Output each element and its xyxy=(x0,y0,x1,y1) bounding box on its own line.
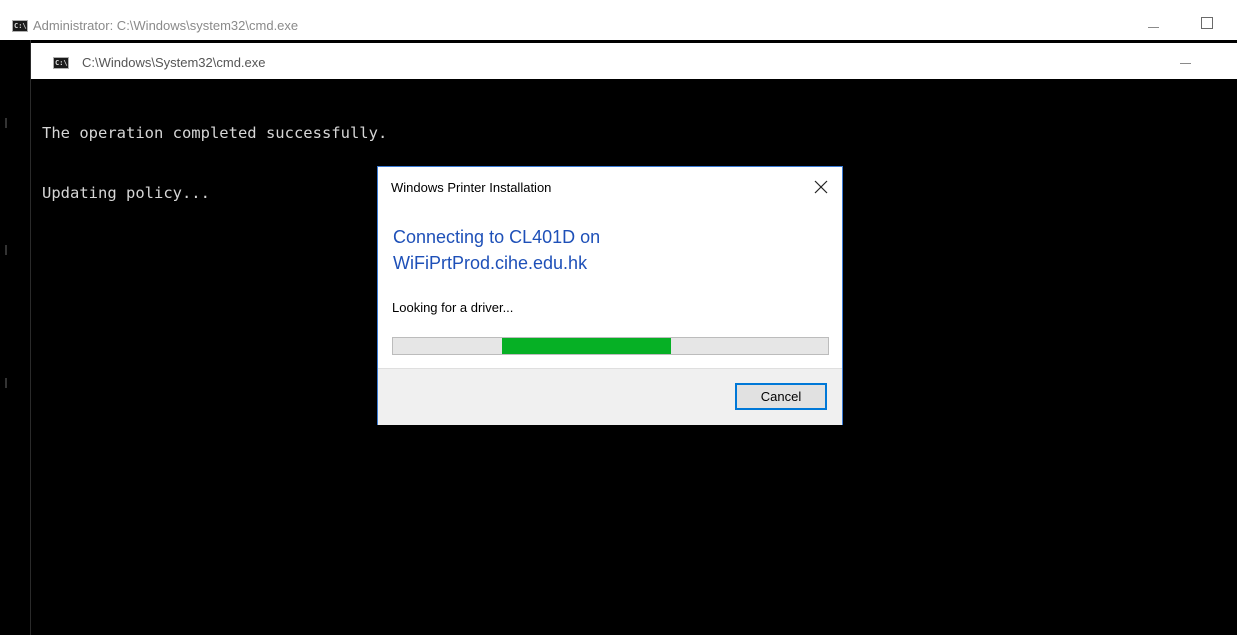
progress-bar xyxy=(392,337,829,355)
dialog-footer: Cancel xyxy=(378,368,842,425)
console-line: The operation completed successfully. xyxy=(42,124,388,142)
outer-titlebar[interactable]: C:\. Administrator: C:\Windows\system32\… xyxy=(0,0,1237,40)
inner-minimize-button[interactable] xyxy=(1176,51,1206,75)
close-icon xyxy=(814,180,828,194)
cancel-button[interactable]: Cancel xyxy=(735,383,827,410)
heading-line: WiFiPrtProd.cihe.edu.hk xyxy=(393,253,588,273)
printer-installation-dialog: Windows Printer Installation Connecting … xyxy=(377,166,843,425)
inner-window-title: C:\Windows\System32\cmd.exe xyxy=(82,55,266,70)
edge-mark xyxy=(5,118,7,128)
outer-window-title: Administrator: C:\Windows\system32\cmd.e… xyxy=(33,18,299,33)
progress-fill xyxy=(501,338,672,354)
maximize-icon xyxy=(1201,17,1213,29)
minimize-icon xyxy=(1148,27,1159,28)
outer-cmd-window: C:\. Administrator: C:\Windows\system32\… xyxy=(0,0,1237,635)
heading-line: Connecting to CL401D on xyxy=(393,227,601,247)
status-text: Looking for a driver... xyxy=(392,300,514,315)
maximize-button[interactable] xyxy=(1186,0,1232,40)
dialog-title: Windows Printer Installation xyxy=(391,180,552,195)
minimize-icon xyxy=(1180,63,1191,64)
inner-titlebar[interactable]: C:\. C:\Windows\System32\cmd.exe xyxy=(31,43,1237,79)
dialog-heading: Connecting to CL401D on WiFiPrtProd.cihe… xyxy=(393,224,823,276)
outer-window-client-edge xyxy=(0,40,30,635)
dialog-close-button[interactable] xyxy=(806,173,836,201)
edge-mark xyxy=(5,378,7,388)
edge-mark xyxy=(5,245,7,255)
cmd-icon: C:\. xyxy=(12,20,28,32)
minimize-button[interactable] xyxy=(1131,0,1177,40)
cmd-icon: C:\. xyxy=(53,57,69,69)
